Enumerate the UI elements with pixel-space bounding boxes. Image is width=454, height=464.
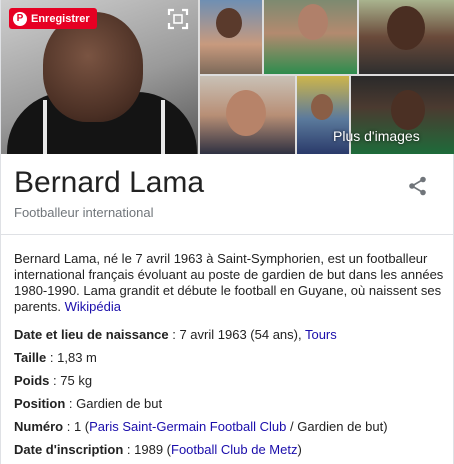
face-shape [391, 90, 425, 130]
fact-value: 7 avril 1963 (54 ans), [179, 327, 305, 342]
fact-link-psg[interactable]: Paris Saint-Germain Football Club [89, 419, 286, 434]
face-shape [311, 94, 333, 120]
fact-label: Taille [14, 350, 47, 365]
face-shape [216, 8, 242, 38]
fact-sep: : [123, 442, 135, 457]
thumbnail-image[interactable] [359, 0, 454, 74]
fact-weight: Poids : 75 kg [14, 373, 449, 396]
thumbnail-image[interactable] [200, 0, 262, 74]
knowledge-panel: P Enregistrer Plus d'images Bernard Lama… [0, 0, 454, 464]
fact-link-metz[interactable]: Football Club de Metz [171, 442, 297, 457]
fact-registration: Date d'inscription : 1989 (Football Club… [14, 442, 449, 464]
fact-birth: Date et lieu de naissance : 7 avril 1963… [14, 327, 449, 350]
fact-label: Poids [14, 373, 50, 388]
fact-label: Numéro [14, 419, 64, 434]
fact-label: Date et lieu de naissance [14, 327, 169, 342]
fact-height: Taille : 1,83 m [14, 350, 449, 373]
entity-description: Bernard Lama, né le 7 avril 1963 à Saint… [14, 251, 444, 315]
fact-link-tours[interactable]: Tours [305, 327, 337, 342]
share-button[interactable] [407, 175, 429, 197]
expand-icon [167, 8, 189, 30]
face-shape [298, 4, 328, 40]
fact-tail: / Gardien de but) [286, 419, 388, 434]
thumbnail-image[interactable] [200, 76, 295, 154]
fact-sep: : [63, 419, 74, 434]
entity-title: Bernard Lama [14, 166, 205, 199]
jersey-stripe [161, 100, 165, 154]
more-images-link[interactable]: Plus d'images [333, 128, 420, 144]
thumbnail-image[interactable] [264, 0, 357, 74]
fact-label: Position [14, 396, 66, 411]
fact-value: 1 ( [73, 419, 90, 434]
fact-sep: : [49, 373, 61, 388]
fact-sep: : [46, 350, 58, 365]
share-icon [409, 176, 426, 196]
wikipedia-link[interactable]: Wikipédia [65, 299, 121, 314]
fact-value: Gardien de but [76, 396, 163, 411]
fact-value: 1,83 m [57, 350, 97, 365]
face-shape [387, 6, 425, 50]
fact-value: 1989 ( [134, 442, 171, 457]
jersey-stripe [43, 100, 47, 154]
expand-button[interactable] [167, 8, 189, 30]
fact-label: Date d'inscription [14, 442, 124, 457]
pin-label: Enregistrer [31, 12, 90, 25]
entity-subtitle: Footballeur international [14, 205, 154, 220]
image-gallery: P Enregistrer Plus d'images [1, 0, 454, 154]
fact-sep: : [65, 396, 77, 411]
facts-list: Date et lieu de naissance : 7 avril 1963… [14, 327, 449, 464]
fact-sep: : [168, 327, 180, 342]
face-shape [226, 90, 266, 136]
pinterest-save-button[interactable]: P Enregistrer [9, 8, 97, 29]
fact-position: Position : Gardien de but [14, 396, 449, 419]
fact-tail: ) [297, 442, 302, 457]
pinterest-icon: P [13, 11, 27, 26]
fact-value: 75 kg [60, 373, 93, 388]
divider [1, 234, 454, 235]
fact-number: Numéro : 1 (Paris Saint-Germain Football… [14, 419, 449, 442]
